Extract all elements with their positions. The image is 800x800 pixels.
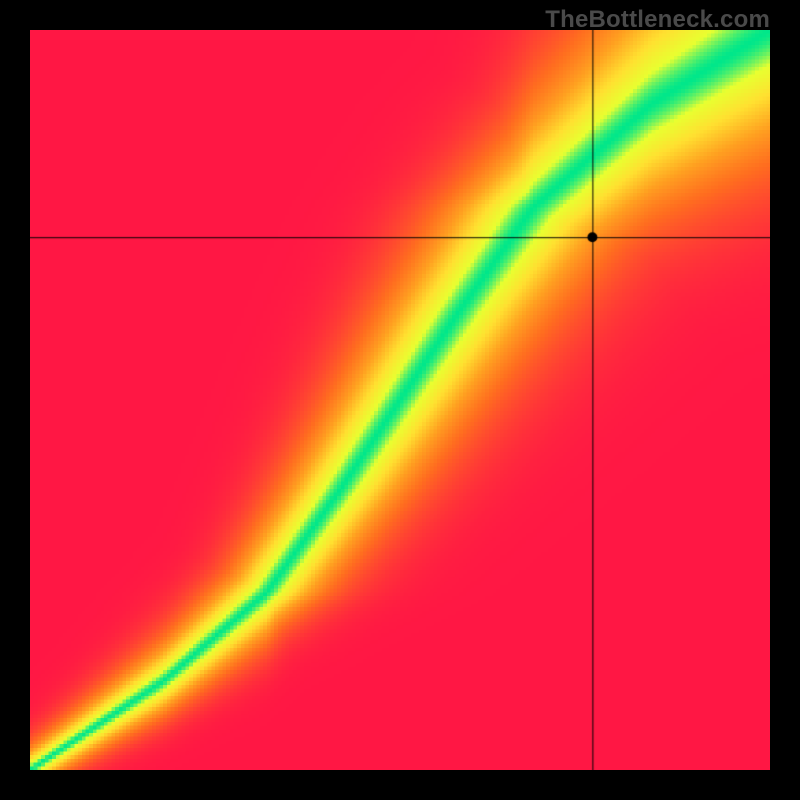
watermark-text: TheBottleneck.com [545, 6, 770, 34]
crosshair-overlay [30, 30, 770, 770]
chart-frame: TheBottleneck.com [0, 0, 800, 800]
